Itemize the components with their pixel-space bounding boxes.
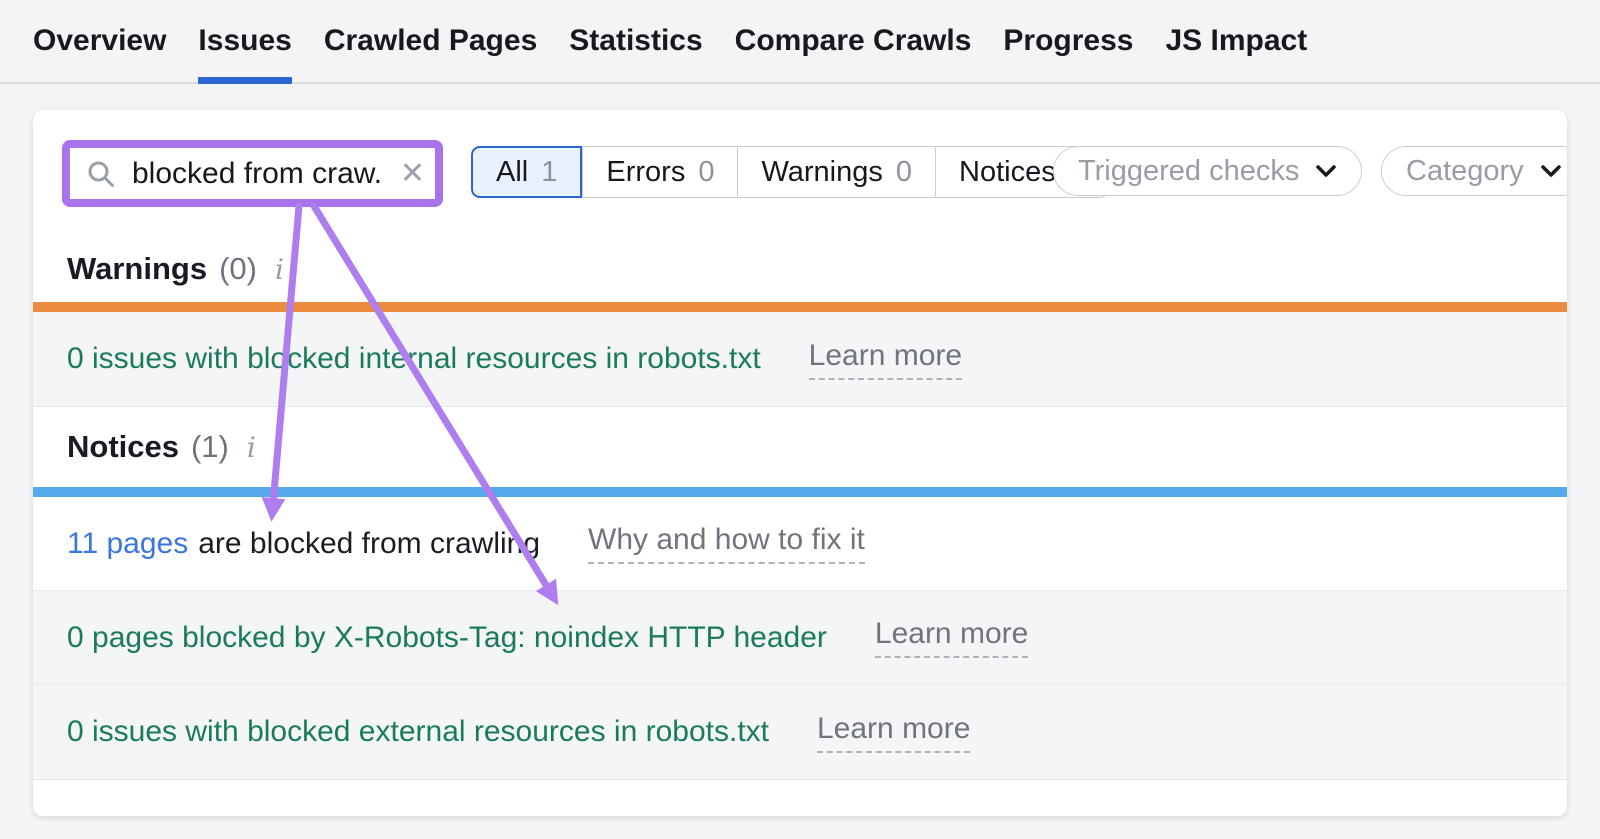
- learn-more-link[interactable]: Learn more: [875, 617, 1028, 658]
- tab-issues[interactable]: Issues: [198, 0, 291, 82]
- notices-title: Notices: [67, 429, 179, 465]
- tab-crawled-pages[interactable]: Crawled Pages: [324, 0, 537, 82]
- filter-notices-label: Notices: [959, 156, 1056, 189]
- top-navigation: Overview Issues Crawled Pages Statistics…: [0, 0, 1600, 84]
- issue-text: 0 issues with blocked external resources…: [67, 715, 769, 749]
- issue-text: are blocked from crawling: [198, 527, 540, 561]
- triggered-checks-dropdown[interactable]: Triggered checks: [1053, 146, 1362, 196]
- severity-filter: All 1 Errors 0 Warnings 0 Notices 1: [471, 146, 1109, 198]
- issue-text: 0 pages blocked by X-Robots-Tag: noindex…: [67, 621, 827, 655]
- info-icon[interactable]: i: [275, 253, 284, 286]
- card-footer: [33, 780, 1567, 816]
- search-icon: [86, 159, 116, 189]
- chevron-down-icon: [1540, 164, 1562, 178]
- search-box[interactable]: ✕: [62, 140, 443, 207]
- category-dropdown[interactable]: Category: [1381, 146, 1567, 196]
- filter-errors-label: Errors: [606, 156, 685, 189]
- filter-all[interactable]: All 1: [471, 146, 582, 198]
- tab-overview[interactable]: Overview: [33, 0, 166, 82]
- filter-warnings[interactable]: Warnings 0: [737, 147, 935, 197]
- tab-progress[interactable]: Progress: [1003, 0, 1133, 82]
- filter-all-label: All: [496, 156, 528, 189]
- filter-errors[interactable]: Errors 0: [582, 147, 737, 197]
- triggered-checks-label: Triggered checks: [1078, 155, 1299, 188]
- issues-toolbar: ✕ All 1 Errors 0 Warnings 0 Notices 1 Tr…: [33, 110, 1567, 246]
- warnings-section-header: Warnings (0) i: [33, 246, 1567, 302]
- info-icon[interactable]: i: [247, 431, 256, 464]
- pages-count-link[interactable]: 11 pages: [67, 527, 188, 561]
- learn-more-link[interactable]: Learn more: [809, 339, 962, 380]
- notices-section-header: Notices (1) i: [33, 407, 1567, 487]
- warnings-title: Warnings: [67, 251, 207, 287]
- notices-count: (1): [191, 429, 229, 465]
- chevron-down-icon: [1315, 164, 1337, 178]
- issue-row-blocked-from-crawling: 11 pages are blocked from crawling Why a…: [33, 497, 1567, 591]
- issue-text: 0 issues with blocked internal resources…: [67, 342, 761, 376]
- notices-severity-bar: [33, 487, 1567, 497]
- issue-row-blocked-external: 0 issues with blocked external resources…: [33, 685, 1567, 780]
- tab-compare-crawls[interactable]: Compare Crawls: [735, 0, 972, 82]
- filter-all-count: 1: [541, 156, 557, 189]
- warnings-severity-bar: [33, 302, 1567, 312]
- filter-warnings-count: 0: [896, 156, 912, 189]
- search-input[interactable]: [132, 157, 380, 191]
- tab-js-impact[interactable]: JS Impact: [1165, 0, 1307, 82]
- issue-row-x-robots-tag: 0 pages blocked by X-Robots-Tag: noindex…: [33, 591, 1567, 685]
- learn-more-link[interactable]: Learn more: [817, 712, 970, 753]
- clear-search-icon[interactable]: ✕: [400, 159, 425, 189]
- filter-errors-count: 0: [698, 156, 714, 189]
- filter-warnings-label: Warnings: [761, 156, 882, 189]
- issue-row-blocked-internal: 0 issues with blocked internal resources…: [33, 312, 1567, 407]
- warnings-count: (0): [219, 251, 257, 287]
- why-how-to-fix-link[interactable]: Why and how to fix it: [588, 523, 865, 564]
- category-label: Category: [1406, 155, 1524, 188]
- issues-panel: ✕ All 1 Errors 0 Warnings 0 Notices 1 Tr…: [33, 110, 1567, 816]
- tab-statistics[interactable]: Statistics: [569, 0, 702, 82]
